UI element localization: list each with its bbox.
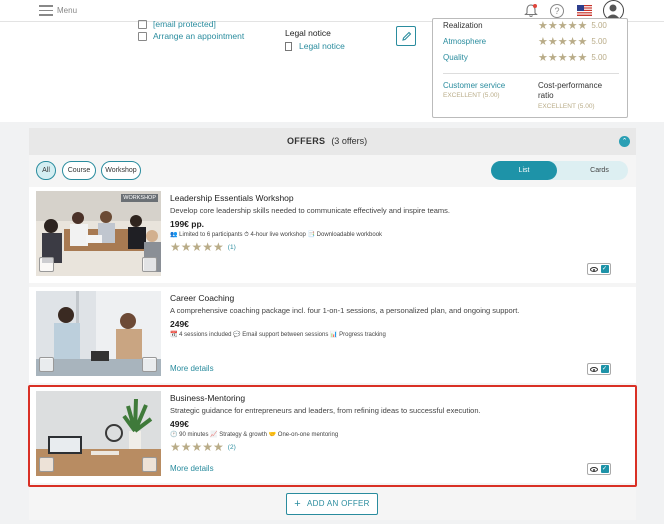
rating-stars: ★★★★★ xyxy=(538,52,588,64)
offers-title-text: OFFERS xyxy=(287,136,326,146)
rating-stars: ★★★★★ xyxy=(538,36,588,48)
add-offer-button[interactable]: + ADD AN OFFER xyxy=(286,493,378,515)
pencil-icon[interactable] xyxy=(142,257,157,272)
divider xyxy=(443,73,619,74)
offer-rating: ★★★★★ (2) xyxy=(170,440,236,454)
cost-performance-label: Cost-performance ratio xyxy=(538,81,603,100)
offer-price: 199€ pp. xyxy=(170,219,205,229)
plus-icon: + xyxy=(294,498,301,510)
pencil-icon[interactable] xyxy=(142,357,157,372)
offer-meta: 👥 Limited to 6 participants ⏱ 4-hour liv… xyxy=(170,232,383,238)
offer-meta: 🕐 90 minutes 📈 Strategy & growth 🤝 One-o… xyxy=(170,432,339,438)
rating-label: Atmosphere xyxy=(443,37,487,46)
edit-profile-button[interactable] xyxy=(396,26,416,46)
checkbox-checked-icon[interactable]: ✓ xyxy=(600,265,609,273)
ratings-card: Realization ★★★★★ 5.00 Atmosphere ★★★★★ … xyxy=(432,18,628,118)
filter-course[interactable]: Course xyxy=(62,161,96,180)
rating-value: 5.00 xyxy=(591,37,607,46)
rating-row-realization: Realization ★★★★★ 5.00 xyxy=(443,19,607,32)
add-offer-label: ADD AN OFFER xyxy=(307,499,370,508)
filter-workshop[interactable]: Workshop xyxy=(101,161,141,180)
review-count[interactable]: (2) xyxy=(228,444,236,451)
help-icon[interactable]: ? xyxy=(550,4,564,18)
offer-price: 499€ xyxy=(170,419,189,429)
filter-all[interactable]: All xyxy=(36,161,56,180)
trash-icon[interactable] xyxy=(39,257,54,272)
cost-performance-value: EXCELLENT (5.00) xyxy=(538,103,595,110)
legal-notice-title: Legal notice xyxy=(285,28,331,38)
offers-section: OFFERS (3 offers) ⌃ All Course Workshop L… xyxy=(29,128,636,520)
view-toggle: List Cards xyxy=(491,161,628,180)
offer-image: WORKSHOP xyxy=(36,191,161,276)
offer-title[interactable]: Career Coaching xyxy=(170,293,234,303)
appointment-link[interactable]: Arrange an appointment xyxy=(138,31,244,41)
offer-card: Career Coaching A comprehensive coaching… xyxy=(29,287,636,383)
offer-tag: WORKSHOP xyxy=(121,194,158,202)
bell-icon[interactable] xyxy=(524,3,538,18)
mail-icon xyxy=(138,19,147,29)
offer-title[interactable]: Business-Mentoring xyxy=(170,393,245,403)
view-cards-button[interactable]: Cards xyxy=(571,161,628,180)
menu-label[interactable]: Menu xyxy=(57,6,77,15)
visibility-control[interactable]: ✓ xyxy=(587,363,611,375)
profile-section: [email protected] Arrange an appointment… xyxy=(0,18,664,122)
legal-notice-link-text[interactable]: Legal notice xyxy=(299,41,345,51)
more-details-link[interactable]: More details xyxy=(170,464,214,473)
collapse-icon[interactable]: ⌃ xyxy=(619,136,630,147)
visibility-control[interactable]: ✓ xyxy=(587,263,611,275)
star-icons: ★★★★★ xyxy=(170,240,224,254)
offers-count: (3 offers) xyxy=(331,136,368,146)
offer-title[interactable]: Leadership Essentials Workshop xyxy=(170,193,294,203)
offer-description: Develop core leadership skills needed to… xyxy=(170,206,451,215)
customer-service-label: Customer service xyxy=(443,81,506,90)
offer-meta: 📆 4 sessions included 💬 Email support be… xyxy=(170,332,386,338)
offers-header: OFFERS (3 offers) ⌃ xyxy=(29,128,636,155)
rating-value: 5.00 xyxy=(591,53,607,62)
visibility-control[interactable]: ✓ xyxy=(587,463,611,475)
offer-card: Business-Mentoring Strategic guidance fo… xyxy=(29,387,636,483)
rating-label: Realization xyxy=(443,21,483,30)
hamburger-icon[interactable] xyxy=(39,5,53,16)
rating-row-atmosphere: Atmosphere ★★★★★ 5.00 xyxy=(443,35,607,48)
checkbox-checked-icon[interactable]: ✓ xyxy=(600,465,609,473)
review-count[interactable]: (1) xyxy=(228,244,236,251)
star-icons: ★★★★★ xyxy=(170,440,224,454)
calendar-icon xyxy=(138,31,147,41)
eye-icon xyxy=(589,266,598,272)
trash-icon[interactable] xyxy=(39,457,54,472)
rating-row-quality: Quality ★★★★★ 5.00 xyxy=(443,51,607,64)
legal-notice-link[interactable]: Legal notice xyxy=(285,41,345,51)
eye-icon xyxy=(589,466,598,472)
offers-title: OFFERS (3 offers) xyxy=(287,136,367,146)
customer-service-value: EXCELLENT (5.00) xyxy=(443,92,500,99)
more-details-link[interactable]: More details xyxy=(170,364,214,373)
eye-icon xyxy=(589,366,598,372)
offer-image xyxy=(36,291,161,376)
view-list-button[interactable]: List xyxy=(491,161,557,180)
offer-rating: ★★★★★ (1) xyxy=(170,240,236,254)
offer-price: 249€ xyxy=(170,319,189,329)
us-flag-icon[interactable] xyxy=(577,5,592,16)
offer-description: Strategic guidance for entrepreneurs and… xyxy=(170,406,481,415)
pencil-icon xyxy=(401,31,411,41)
rating-stars: ★★★★★ xyxy=(538,20,588,32)
appointment-text[interactable]: Arrange an appointment xyxy=(153,31,244,41)
rating-label: Quality xyxy=(443,53,468,62)
offer-description: A comprehensive coaching package incl. f… xyxy=(170,306,520,315)
trash-icon[interactable] xyxy=(39,357,54,372)
checkbox-checked-icon[interactable]: ✓ xyxy=(600,365,609,373)
document-icon xyxy=(285,41,292,51)
rating-value: 5.00 xyxy=(591,21,607,30)
offer-image xyxy=(36,391,161,476)
email-text[interactable]: [email protected] xyxy=(153,19,216,29)
offer-card: WORKSHOP Leadership Essentials Workshop … xyxy=(29,187,636,283)
email-link[interactable]: [email protected] xyxy=(138,19,216,29)
pencil-icon[interactable] xyxy=(142,457,157,472)
